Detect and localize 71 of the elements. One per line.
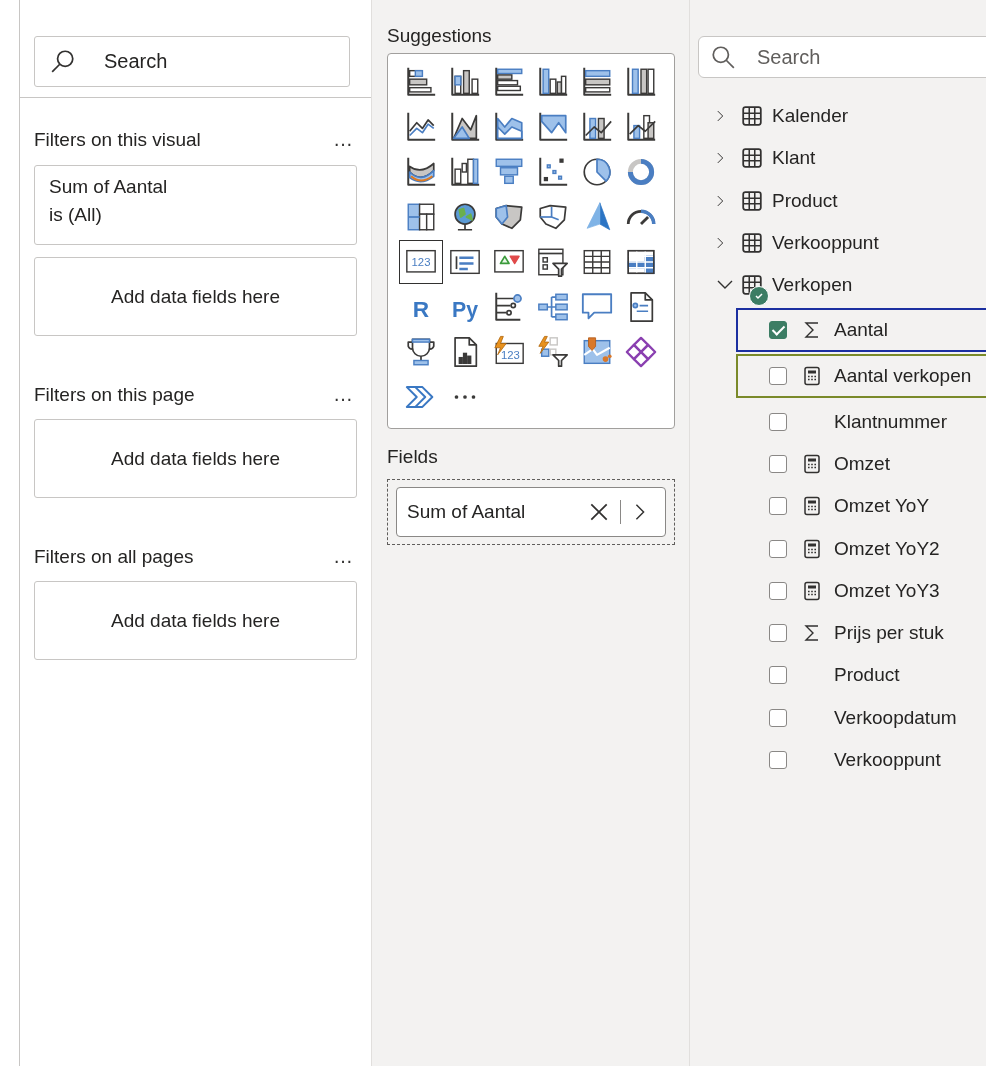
- filter-title: Sum of Aantal: [49, 176, 169, 198]
- search-field[interactable]: Search: [34, 36, 350, 87]
- checkbox[interactable]: [769, 539, 787, 558]
- filter-card[interactable]: Sum of Aantal is (All): [34, 165, 357, 245]
- field-name: Aantal: [834, 319, 888, 342]
- drop-zone[interactable]: Add data fields here: [34, 581, 357, 660]
- checkbox[interactable]: [769, 367, 787, 386]
- checkbox[interactable]: [769, 624, 787, 643]
- table-item[interactable]: Klant: [690, 137, 986, 180]
- calculator-icon: [802, 453, 822, 474]
- search-field[interactable]: Search: [698, 36, 986, 78]
- section-title: Filters on this page: [34, 383, 195, 406]
- checkbox[interactable]: [769, 708, 787, 727]
- field-name: Klantnummer: [834, 410, 947, 433]
- field-name: Product: [834, 664, 900, 687]
- section-title: Fields: [387, 446, 438, 468]
- checkbox[interactable]: [769, 412, 787, 431]
- field-name: Omzet: [834, 452, 890, 475]
- field-item[interactable]: Omzet YoY: [736, 485, 986, 528]
- field-item[interactable]: Klantnummer: [736, 400, 986, 443]
- checkbox[interactable]: [769, 581, 787, 600]
- table-name: Verkooppunt: [772, 232, 879, 255]
- table-item[interactable]: Verkooppunt: [690, 221, 986, 265]
- checkbox[interactable]: [769, 497, 787, 516]
- field-item[interactable]: Omzet YoY3: [736, 569, 986, 612]
- field-item[interactable]: Product: [736, 654, 986, 697]
- field-name: Prijs per stuk: [834, 622, 944, 645]
- more-button[interactable]: …: [329, 383, 357, 406]
- field-name: Verkoopdatum: [834, 706, 957, 729]
- field-item[interactable]: Omzet: [736, 442, 986, 486]
- table-icon: [741, 105, 763, 128]
- drop-zone[interactable]: Add data fields here: [34, 419, 357, 498]
- table-item[interactable]: Kalender: [690, 95, 986, 138]
- table-name: Verkopen: [772, 274, 853, 297]
- table-item[interactable]: Product: [690, 179, 986, 222]
- checkbox[interactable]: [769, 666, 787, 685]
- checkbox[interactable]: [769, 751, 787, 769]
- card-visual-icon[interactable]: 123: [399, 240, 443, 284]
- calculator-icon: [802, 366, 822, 387]
- checkbox[interactable]: [769, 454, 787, 473]
- field-name: Sum of Aantal: [407, 501, 527, 523]
- table-icon: [741, 232, 763, 255]
- calculator-icon: [802, 580, 822, 601]
- table-icon: [741, 189, 763, 212]
- more-button[interactable]: …: [329, 128, 357, 151]
- field-item[interactable]: Omzet YoY2: [736, 527, 986, 570]
- filter-condition: is (All): [49, 204, 103, 226]
- table-icon: [741, 147, 763, 170]
- field-item[interactable]: Verkoopdatum: [736, 696, 986, 739]
- field-item[interactable]: Prijs per stuk: [736, 611, 986, 655]
- field-name: Omzet YoY: [834, 495, 930, 518]
- calculator-icon: [802, 538, 822, 559]
- field-item[interactable]: Aantal verkopen: [736, 354, 986, 399]
- section-title: Suggestions: [387, 25, 492, 47]
- field-item[interactable]: Aantal: [736, 308, 986, 353]
- table-name: Product: [772, 189, 838, 212]
- field-name: Verkooppunt: [834, 749, 941, 771]
- section-title: Filters on this visual: [34, 128, 201, 151]
- more-button[interactable]: …: [329, 545, 357, 568]
- field-name: Omzet YoY3: [834, 579, 940, 602]
- field-pill[interactable]: Sum of Aantal: [396, 487, 666, 537]
- field-name: Aantal verkopen: [834, 365, 972, 388]
- table-name: Kalender: [772, 105, 849, 128]
- table-item[interactable]: Verkopen: [690, 264, 986, 307]
- checkbox[interactable]: [769, 321, 787, 340]
- drop-zone[interactable]: Add data fields here: [34, 257, 357, 336]
- field-item[interactable]: Verkooppunt: [736, 738, 986, 782]
- table-name: Klant: [772, 147, 816, 170]
- field-name: Omzet YoY2: [834, 537, 940, 560]
- section-title: Filters on all pages: [34, 545, 194, 568]
- calculator-icon: [802, 496, 822, 517]
